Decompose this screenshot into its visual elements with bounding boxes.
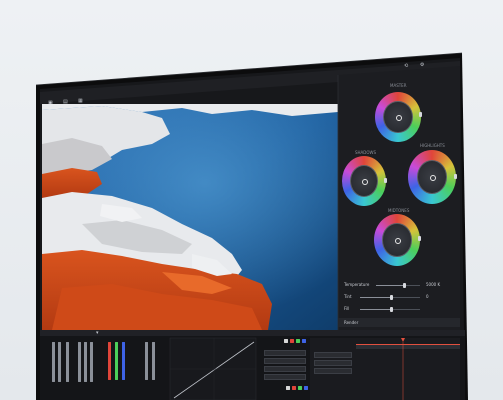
chip-red[interactable]: [290, 339, 294, 343]
chip-green[interactable]: [298, 386, 302, 390]
scope-bar: [145, 342, 148, 380]
dropdown-icon[interactable]: ▾: [96, 330, 99, 336]
chip-blue[interactable]: [304, 386, 308, 390]
scope-bar: [90, 342, 93, 382]
scope-bar: [84, 342, 87, 382]
curve-row[interactable]: [264, 350, 306, 356]
curve-row[interactable]: [264, 358, 306, 364]
curve-row[interactable]: [264, 366, 306, 372]
chip-blue[interactable]: [302, 339, 306, 343]
timeline-track[interactable]: [314, 360, 352, 366]
scope-bar: [58, 342, 61, 382]
chip-white[interactable]: [286, 386, 290, 390]
timeline-track[interactable]: [314, 352, 352, 358]
bottom-panel: [40, 330, 465, 400]
scope-bar-blue: [122, 342, 125, 380]
scope-bar-green: [115, 342, 118, 380]
timeline-track[interactable]: [314, 368, 352, 374]
scope-bar: [66, 342, 69, 382]
scope-bar: [52, 342, 55, 382]
chip-red[interactable]: [292, 386, 296, 390]
scope-bar-red: [108, 342, 111, 380]
scope-bar: [78, 342, 81, 382]
chip-green[interactable]: [296, 339, 300, 343]
scope-bar: [152, 342, 155, 380]
color-grading-app: ▣ ▤ ▦ ⟲ ⚙ MASTER SHADOWS HIGHLIGHTS MIDT…: [0, 0, 503, 400]
curve-row[interactable]: [264, 374, 306, 380]
chip-white[interactable]: [284, 339, 288, 343]
